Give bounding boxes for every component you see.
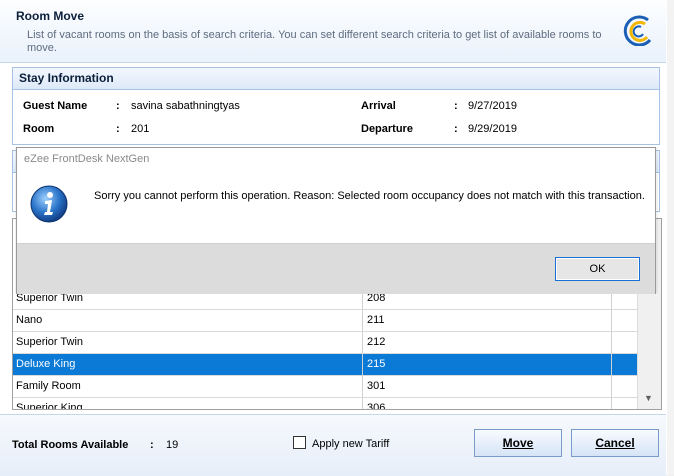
room-number-cell: 301 [367,380,386,392]
departure-colon: : [454,123,458,135]
room-number-cell: 211 [367,314,385,326]
scroll-down-icon[interactable]: ▼ [644,393,653,403]
table-row[interactable]: Superior Twin 212 [13,332,637,354]
room-type-cell: Superior Twin [16,336,84,348]
move-button[interactable]: Move [474,429,562,457]
header-bar: Room Move List of vacant rooms on the ba… [0,0,666,63]
table-row[interactable]: Family Room 301 [13,376,637,398]
apply-new-tariff-checkbox[interactable] [293,436,306,449]
apply-new-tariff-label[interactable]: Apply new Tariff [312,438,389,450]
total-rooms-colon: : [150,439,154,451]
departure-label: Departure [361,123,413,135]
guest-name-label: Guest Name [23,100,88,112]
background-window-strip [667,0,674,475]
info-icon [30,185,68,223]
room-label: Room [23,123,55,135]
dialog-message: Sorry you cannot perform this operation.… [94,190,645,202]
table-row[interactable]: Nano 211 [13,310,637,332]
total-rooms-label: Total Rooms Available [12,439,129,451]
message-dialog: eZee FrontDesk NextGen Sorry you cannot … [16,147,656,294]
room-type-cell: Family Room [16,380,81,392]
arrival-value: 9/27/2019 [468,100,517,112]
table-row[interactable]: Deluxe King 215 [13,354,637,376]
dialog-button-bar: OK [17,243,655,294]
departure-value: 9/29/2019 [468,123,517,135]
room-type-cell: Deluxe King [16,358,76,370]
arrival-colon: : [454,100,458,112]
room-number-cell: 212 [367,336,386,348]
room-colon: : [116,123,120,135]
window-description: List of vacant rooms on the basis of sea… [27,29,602,54]
cancel-button[interactable]: Cancel [571,429,659,457]
total-rooms-value: 19 [166,439,179,451]
dialog-title: eZee FrontDesk NextGen [24,153,150,165]
arrival-label: Arrival [361,100,396,112]
ezee-logo-icon [623,15,652,46]
room-number-cell: 215 [367,358,386,370]
room-type-cell: Nano [16,314,43,326]
room-type-cell: Superior King [16,402,83,410]
window-title: Room Move [16,9,85,23]
room-number-cell: 306 [367,402,386,410]
guest-name-value: savina sabathningtyas [131,100,240,112]
guest-name-colon: : [116,100,120,112]
room-value: 201 [131,123,150,135]
stay-information-panel: Stay Information Guest Name : savina sab… [12,67,660,145]
footer-bar: Total Rooms Available : 19 Apply new Tar… [0,414,666,476]
table-row[interactable]: Superior King 306 [13,398,637,410]
stay-information-heading: Stay Information [13,68,659,90]
ok-button[interactable]: OK [555,257,640,281]
room-move-window: Room Move List of vacant rooms on the ba… [0,0,668,476]
